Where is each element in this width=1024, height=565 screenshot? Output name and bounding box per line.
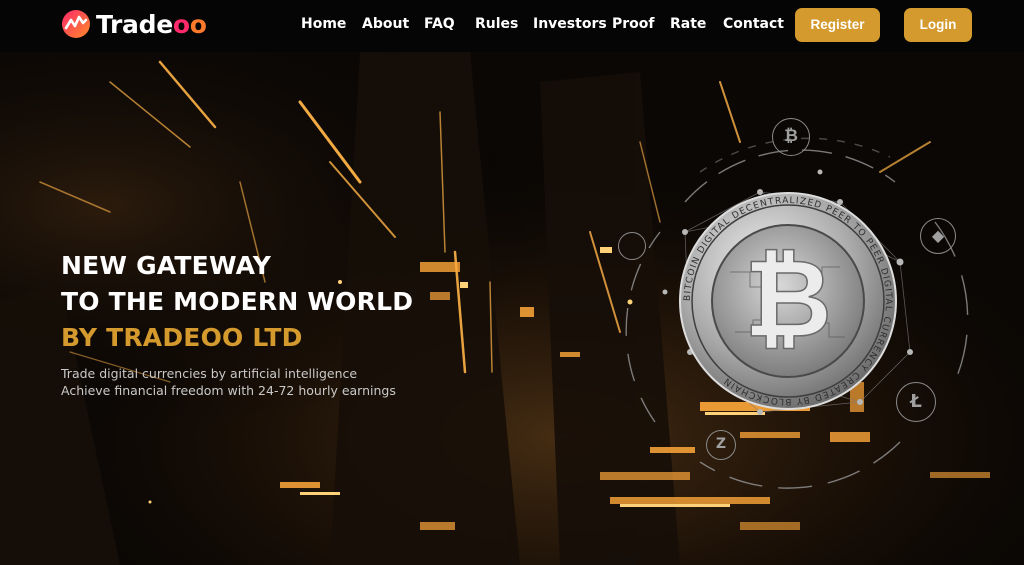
tradeoo-logo-icon — [62, 10, 90, 38]
nav-contact[interactable]: Contact — [723, 15, 784, 33]
network-node-icon — [618, 232, 646, 260]
top-navbar: Tradeoo Home About FAQ Rules Investors P… — [0, 0, 1024, 52]
brand-logo[interactable]: Tradeoo — [61, 9, 207, 39]
nav-about[interactable]: About — [362, 15, 409, 33]
coin-ring-text: BITCOIN DIGITAL DECENTRALIZED PEER TO PE… — [683, 196, 893, 406]
hero-heading-line2: TO THE MODERN WORLD — [61, 287, 414, 316]
zcash-icon: Z — [706, 430, 736, 460]
nav-investors[interactable]: Investors — [533, 15, 607, 33]
hero-heading-line1: NEW GATEWAY — [61, 251, 272, 280]
nav-rate[interactable]: Rate — [670, 15, 706, 33]
bitcoin-icon: ₿ — [772, 118, 810, 156]
hero-subtitle-line2: Achieve financial freedom with 24-72 hou… — [61, 383, 396, 398]
brand-name: Tradeoo — [96, 9, 207, 39]
litecoin-icon: Ł — [896, 382, 936, 422]
hero-subtitle-line1: Trade digital currencies by artificial i… — [61, 366, 358, 381]
nav-home[interactable]: Home — [301, 15, 346, 33]
hero-heading-line3: BY TRADEOO LTD — [61, 323, 303, 352]
ethereum-icon: ◆ — [920, 218, 956, 254]
svg-text:BITCOIN DIGITAL DECENTRALIZED: BITCOIN DIGITAL DECENTRALIZED PEER TO PE… — [683, 196, 893, 406]
nav-rules[interactable]: Rules — [475, 15, 518, 33]
register-button[interactable]: Register — [795, 8, 880, 42]
nav-proof[interactable]: Proof — [612, 15, 655, 33]
nav-faq[interactable]: FAQ — [424, 15, 455, 33]
login-button[interactable]: Login — [904, 8, 972, 42]
